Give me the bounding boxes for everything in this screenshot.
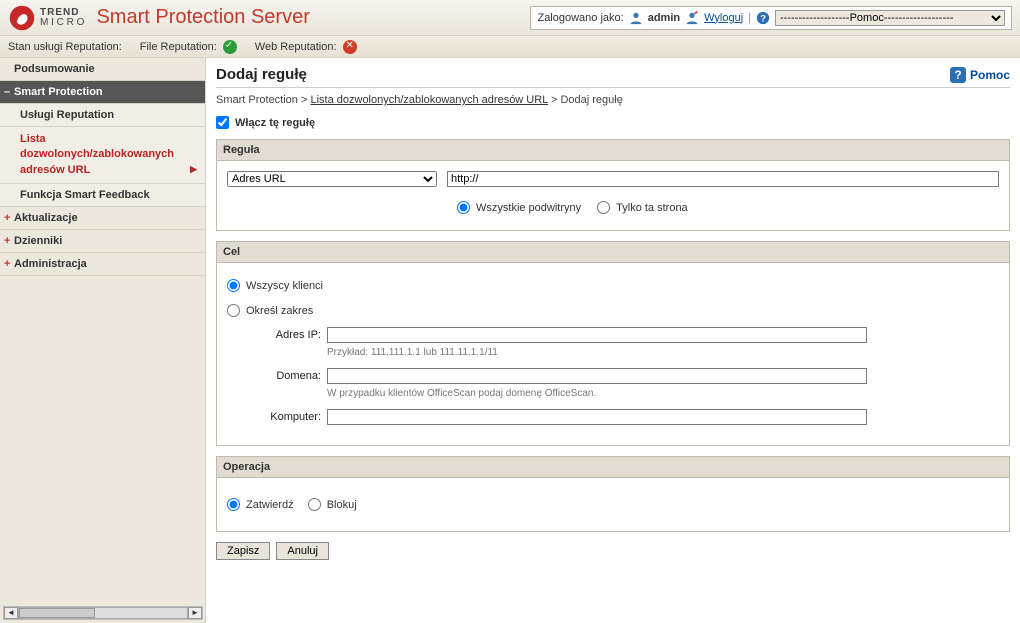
help-link-label: Pomoc bbox=[970, 68, 1010, 82]
scope-page-only-radio[interactable] bbox=[597, 201, 610, 214]
sidebar: Podsumowanie Smart Protection Usługi Rep… bbox=[0, 58, 206, 623]
web-rep-label: Web Reputation: bbox=[255, 41, 337, 53]
target-all-clients-radio[interactable] bbox=[227, 279, 240, 292]
separator: | bbox=[748, 12, 751, 24]
logout-icon bbox=[685, 11, 699, 25]
scroll-left-button[interactable]: ◄ bbox=[4, 607, 18, 619]
sidebar-item-logs[interactable]: Dzienniki bbox=[0, 230, 205, 253]
target-range-option[interactable]: Określ zakres bbox=[227, 304, 999, 317]
save-button[interactable]: Zapisz bbox=[216, 542, 270, 560]
scope-page-only-option[interactable]: Tylko ta strona bbox=[597, 201, 688, 214]
crumb-current: Dodaj regułę bbox=[560, 94, 622, 106]
scope-all-subsites-label: Wszystkie podwitryny bbox=[476, 202, 581, 214]
status-bar: Stan usługi Reputation: File Reputation:… bbox=[0, 36, 1020, 58]
ip-label: Adres IP: bbox=[255, 327, 327, 341]
brand-text: TREND M I C R O bbox=[40, 8, 84, 28]
sidebar-sub-url-list[interactable]: Lista dozwolonych/zablokowanych adresów … bbox=[0, 127, 205, 184]
sidebar-sub-feedback[interactable]: Funkcja Smart Feedback bbox=[0, 184, 205, 207]
target-range-radio[interactable] bbox=[227, 304, 240, 317]
current-user: admin bbox=[648, 12, 680, 24]
sidebar-item-updates[interactable]: Aktualizacje bbox=[0, 207, 205, 230]
domain-input[interactable] bbox=[327, 368, 867, 384]
domain-hint: W przypadku klientów OfficeScan podaj do… bbox=[327, 388, 867, 399]
enable-rule-checkbox[interactable] bbox=[216, 116, 229, 129]
main-content: Dodaj regułę ? Pomoc Smart Protection > … bbox=[206, 58, 1020, 623]
services-status-label: Stan usługi Reputation: bbox=[8, 41, 122, 53]
sidebar-sub-reputation[interactable]: Usługi Reputation bbox=[0, 104, 205, 127]
page-title: Dodaj regułę bbox=[216, 66, 307, 83]
web-rep-bad-icon bbox=[343, 40, 357, 54]
target-all-clients-option[interactable]: Wszyscy klienci bbox=[227, 279, 999, 292]
product-title: Smart Protection Server bbox=[96, 6, 309, 29]
top-bar: TREND M I C R O Smart Protection Server … bbox=[0, 0, 1020, 36]
logout-link[interactable]: Wyloguj bbox=[704, 12, 743, 24]
computer-label: Komputer: bbox=[255, 409, 327, 423]
sidebar-item-smart-protection[interactable]: Smart Protection bbox=[0, 81, 205, 104]
panel-regula-header: Reguła bbox=[217, 140, 1009, 161]
cancel-button[interactable]: Anuluj bbox=[276, 542, 329, 560]
help-select[interactable]: -------------------Pomoc----------------… bbox=[775, 10, 1005, 26]
action-block-option[interactable]: Blokuj bbox=[308, 498, 357, 511]
scroll-track[interactable] bbox=[18, 607, 188, 619]
logged-as-label: Zalogowano jako: bbox=[537, 12, 623, 24]
action-block-radio[interactable] bbox=[308, 498, 321, 511]
rule-type-select[interactable]: Adres URL bbox=[227, 171, 437, 187]
panel-operation: Operacja Zatwierdź Blokuj bbox=[216, 456, 1010, 532]
crumb-list-link[interactable]: Lista dozwolonych/zablokowanych adresów … bbox=[310, 94, 547, 106]
brand-logo: TREND M I C R O bbox=[8, 4, 84, 32]
sidebar-item-summary[interactable]: Podsumowanie bbox=[0, 58, 205, 81]
url-input[interactable] bbox=[447, 171, 999, 187]
target-all-clients-label: Wszyscy klienci bbox=[246, 280, 323, 292]
divider bbox=[216, 87, 1010, 88]
panel-cel: Cel Wszyscy klienci Określ zakres Adres … bbox=[216, 241, 1010, 446]
computer-input[interactable] bbox=[327, 409, 867, 425]
action-approve-radio[interactable] bbox=[227, 498, 240, 511]
enable-rule-label: Włącz tę regułę bbox=[235, 117, 315, 129]
panel-regula: Reguła Adres URL Wszystkie podwitryny bbox=[216, 139, 1010, 231]
file-rep-label: File Reputation: bbox=[140, 41, 217, 53]
chevron-right-icon: ▶ bbox=[190, 163, 197, 176]
sidebar-item-admin[interactable]: Administracja bbox=[0, 253, 205, 276]
scope-all-subsites-radio[interactable] bbox=[457, 201, 470, 214]
action-block-label: Blokuj bbox=[327, 499, 357, 511]
panel-operation-header: Operacja bbox=[217, 457, 1009, 478]
help-question-icon: ? bbox=[950, 67, 966, 83]
domain-label: Domena: bbox=[255, 368, 327, 382]
crumb-root: Smart Protection bbox=[216, 94, 298, 106]
user-icon bbox=[629, 11, 643, 25]
sidebar-sub-url-list-label: Lista dozwolonych/zablokowanych adresów … bbox=[20, 133, 174, 176]
scroll-right-button[interactable]: ► bbox=[188, 607, 202, 619]
svg-text:?: ? bbox=[760, 13, 766, 24]
help-link[interactable]: ? Pomoc bbox=[950, 67, 1010, 83]
sidebar-horizontal-scrollbar[interactable]: ◄ ► bbox=[3, 606, 203, 620]
action-approve-label: Zatwierdź bbox=[246, 499, 294, 511]
breadcrumb: Smart Protection > Lista dozwolonych/zab… bbox=[216, 94, 1010, 106]
ip-hint: Przykład: 111.111.1.1 lub 111.11.1.1/11 bbox=[327, 347, 867, 358]
ip-input[interactable] bbox=[327, 327, 867, 343]
action-approve-option[interactable]: Zatwierdź bbox=[227, 498, 294, 511]
trend-logo-icon bbox=[8, 4, 36, 32]
file-rep-ok-icon bbox=[223, 40, 237, 54]
target-range-label: Określ zakres bbox=[246, 305, 313, 317]
scroll-thumb[interactable] bbox=[19, 608, 95, 618]
help-icon: ? bbox=[756, 11, 770, 25]
login-box: Zalogowano jako: admin Wyloguj | ? -----… bbox=[530, 6, 1012, 30]
scope-all-subsites-option[interactable]: Wszystkie podwitryny bbox=[457, 201, 581, 214]
scope-page-only-label: Tylko ta strona bbox=[616, 202, 688, 214]
panel-cel-header: Cel bbox=[217, 242, 1009, 263]
